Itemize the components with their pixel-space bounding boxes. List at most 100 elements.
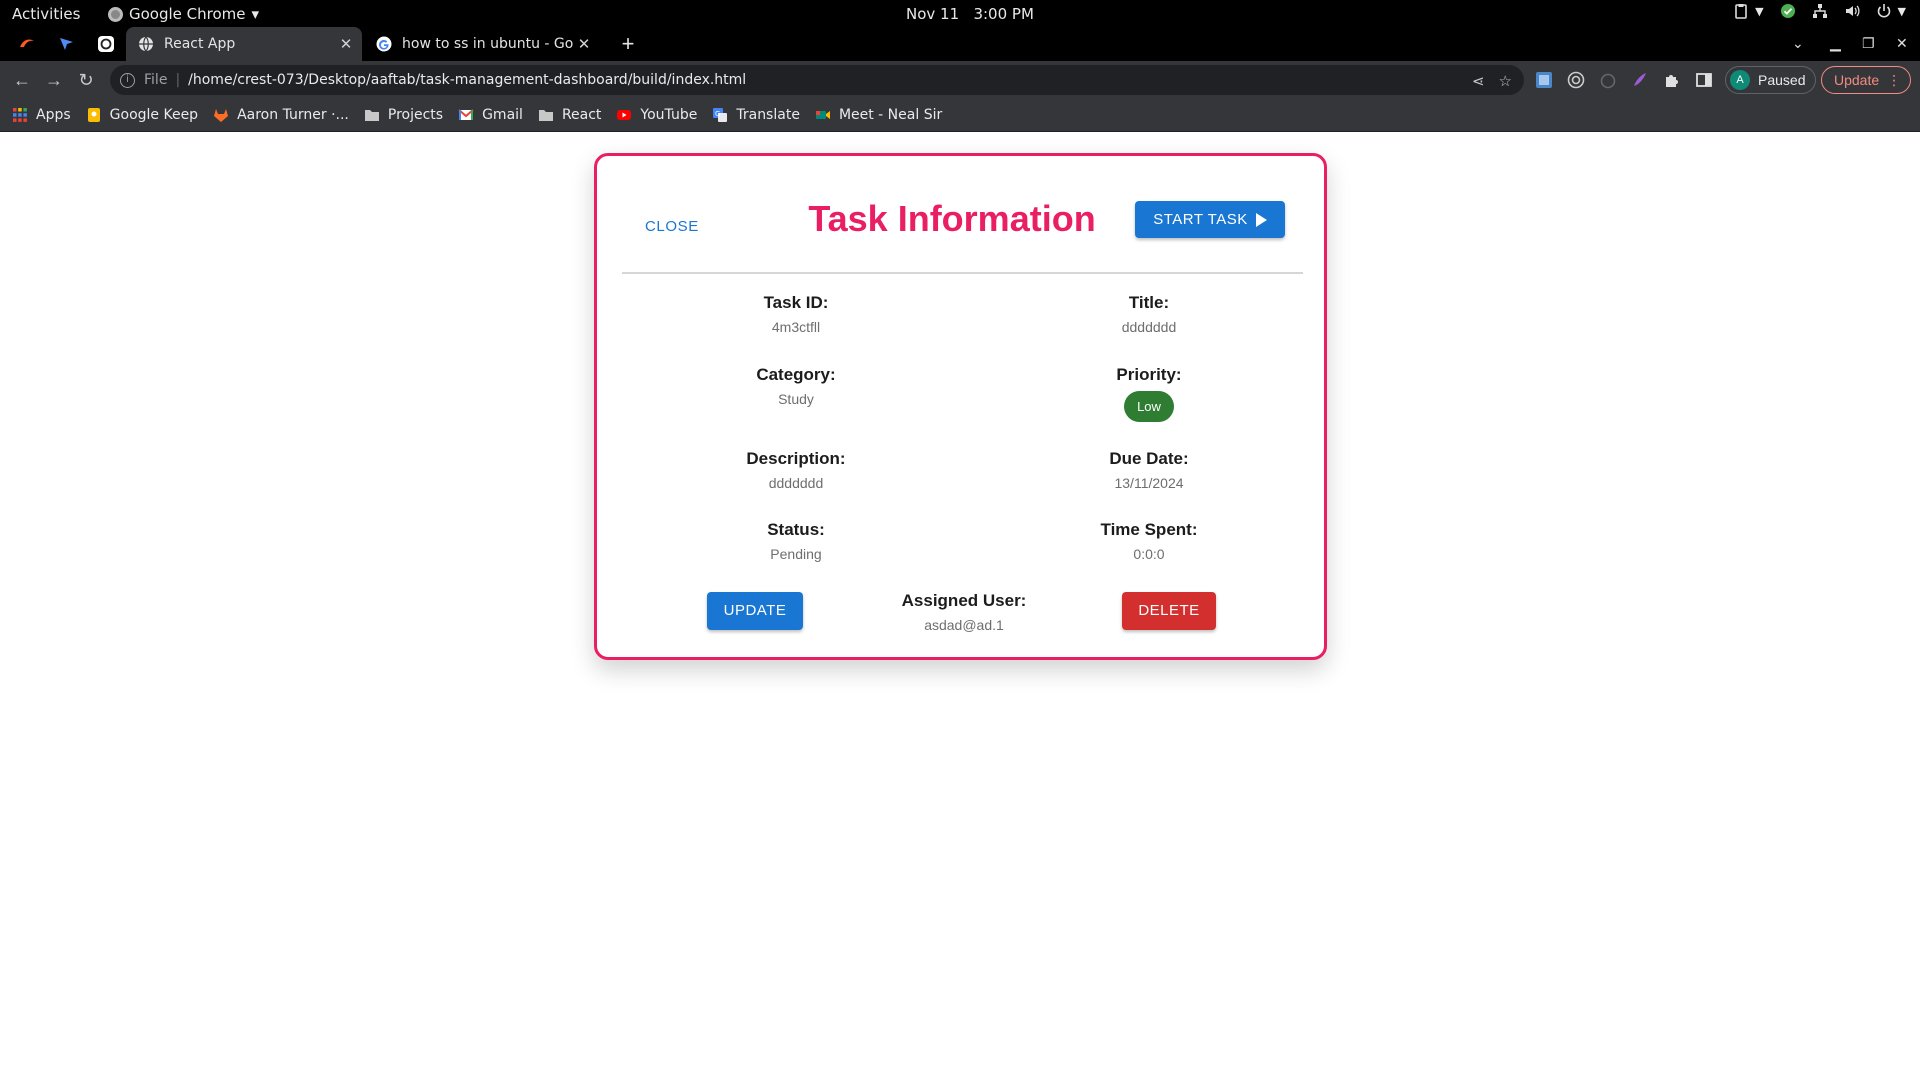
- field-description: Description: ddddddd: [666, 449, 926, 491]
- field-label: Title:: [1128, 293, 1170, 312]
- tab-search-chevron-icon[interactable]: ⌄: [1792, 35, 1804, 52]
- modal-title: Task Information: [808, 198, 1096, 239]
- bookmark-label: Projects: [387, 107, 444, 123]
- field-status: Status: Pending: [666, 520, 926, 562]
- bookmark-label: React: [561, 107, 602, 123]
- app-menu-label: Google Chrome: [129, 5, 246, 23]
- clock[interactable]: Nov 11 3:00 PM: [906, 5, 1034, 23]
- activities-button[interactable]: Activities: [12, 5, 80, 23]
- bookmark-react[interactable]: React: [538, 107, 601, 123]
- field-value: 0:0:0: [1133, 546, 1165, 562]
- side-panel-icon[interactable]: [1695, 71, 1713, 89]
- bookmark-label: Aaron Turner ·...: [237, 107, 349, 123]
- bookmark-label: YouTube: [640, 107, 698, 123]
- close-tab-icon[interactable]: ✕: [336, 35, 356, 53]
- bookmark-label: Google Keep: [109, 107, 199, 123]
- field-value: Study: [778, 391, 814, 407]
- field-label: Priority:: [1116, 365, 1182, 384]
- network-icon: [1812, 4, 1827, 18]
- chevron-down-icon: ▼: [1897, 4, 1906, 18]
- restore-icon[interactable]: ❐: [1862, 35, 1875, 52]
- address-url[interactable]: /home/crest-073/Desktop/aaftab/task-mana…: [188, 72, 746, 88]
- bookmark-meet[interactable]: Meet - Neal Sir: [815, 107, 942, 123]
- field-task-id: Task ID: 4m3ctfll: [666, 293, 926, 335]
- bookmark-gmail[interactable]: Gmail: [458, 107, 523, 123]
- bookmark-projects[interactable]: Projects: [364, 107, 443, 123]
- bookmark-aaron-turner[interactable]: Aaron Turner ·...: [213, 107, 349, 123]
- avatar: A: [1730, 70, 1750, 90]
- tab-title: React App: [164, 36, 236, 52]
- apps-grid-icon: [13, 108, 27, 122]
- pinned-tab-swirl-icon[interactable]: [17, 34, 37, 54]
- address-separator: |: [175, 72, 181, 88]
- update-label: Update: [1834, 72, 1880, 88]
- bookmark-translate[interactable]: G Translate: [712, 107, 800, 123]
- start-task-button[interactable]: START TASK: [1135, 201, 1285, 238]
- translate-icon: G: [713, 108, 728, 122]
- omnibox-actions: ⋖ ☆: [1472, 72, 1512, 90]
- minimize-icon[interactable]: ▁: [1830, 35, 1841, 52]
- bookmark-label: Apps: [36, 107, 71, 123]
- play-icon: [1255, 212, 1267, 227]
- pinned-tab-openai-icon[interactable]: [96, 34, 116, 54]
- pinned-tab-tool-icon[interactable]: [56, 34, 76, 54]
- field-assigned-user: Assigned User: asdad@ad.1: [834, 591, 1094, 633]
- extension-timer-icon[interactable]: [1599, 71, 1617, 89]
- chrome-update-button[interactable]: Update ⋮: [1821, 66, 1911, 94]
- extensions-puzzle-icon[interactable]: [1663, 71, 1681, 89]
- tab-react-app[interactable]: React App ✕: [126, 27, 362, 61]
- chevron-down-icon: ▼: [1755, 4, 1764, 18]
- gmail-icon: [458, 109, 474, 120]
- extension-feather-icon[interactable]: [1631, 71, 1649, 89]
- new-tab-button[interactable]: +: [615, 31, 641, 57]
- close-window-icon[interactable]: ✕: [1896, 35, 1908, 52]
- back-arrow-icon[interactable]: ←: [12, 70, 32, 90]
- extension-image-icon[interactable]: [1535, 71, 1553, 89]
- field-title: Title: ddddddd: [1019, 293, 1279, 335]
- clock-time: 3:00 PM: [973, 5, 1034, 23]
- field-value: 13/11/2024: [1114, 475, 1184, 491]
- delete-button[interactable]: DELETE: [1122, 592, 1216, 630]
- chevron-down-icon: ▾: [251, 5, 260, 23]
- volume-icon: [1845, 5, 1860, 17]
- close-button[interactable]: CLOSE: [645, 218, 699, 235]
- tab-title: how to ss in ubuntu - Goo: [402, 36, 574, 52]
- folder-icon: [364, 110, 379, 121]
- field-priority: Priority: Low: [1019, 365, 1279, 422]
- update-button[interactable]: UPDATE: [707, 592, 803, 630]
- bookmark-youtube[interactable]: YouTube: [616, 107, 697, 123]
- field-value: ddddddd: [768, 475, 824, 491]
- forward-arrow-icon[interactable]: →: [44, 70, 64, 90]
- field-value: 4m3ctfll: [771, 319, 821, 335]
- info-icon[interactable]: i: [120, 72, 135, 88]
- bookmark-google-keep[interactable]: Google Keep: [86, 107, 198, 123]
- field-label: Category:: [756, 365, 836, 384]
- close-tab-icon[interactable]: ✕: [574, 35, 594, 53]
- profile-button[interactable]: A Paused: [1725, 66, 1817, 94]
- meet-icon: [815, 111, 830, 119]
- chrome-icon: [108, 6, 123, 22]
- clipboard-icon: [1735, 4, 1747, 19]
- field-label: Description:: [746, 449, 846, 468]
- app-menu[interactable]: Google Chrome ▾: [108, 5, 259, 23]
- field-label: Assigned User:: [901, 591, 1027, 610]
- field-value: ddddddd: [1121, 319, 1177, 335]
- address-bar[interactable]: i File | /home/crest-073/Desktop/aaftab/…: [110, 65, 1524, 95]
- field-due-date: Due Date: 13/11/2024: [1019, 449, 1279, 491]
- keep-icon: [87, 108, 100, 122]
- reload-icon[interactable]: ↻: [76, 70, 96, 90]
- bookmark-label: Meet - Neal Sir: [838, 107, 943, 123]
- bookmark-apps[interactable]: Apps: [12, 107, 71, 123]
- bookmark-label: Translate: [736, 107, 800, 123]
- field-label: Status:: [767, 520, 825, 539]
- share-icon[interactable]: ⋖: [1472, 72, 1485, 90]
- extension-target-icon[interactable]: [1567, 71, 1585, 89]
- gitlab-icon: [214, 109, 229, 122]
- more-menu-icon[interactable]: ⋮: [1887, 72, 1901, 89]
- tab-google-search[interactable]: how to ss in ubuntu - Goo ✕: [364, 27, 600, 61]
- task-info-modal: CLOSE Task Information START TASK Task I…: [594, 153, 1327, 660]
- bookmark-star-icon[interactable]: ☆: [1499, 72, 1512, 90]
- system-tray[interactable]: ▼ ▼: [1733, 3, 1906, 19]
- globe-icon: [139, 36, 153, 52]
- profile-status: Paused: [1758, 72, 1806, 88]
